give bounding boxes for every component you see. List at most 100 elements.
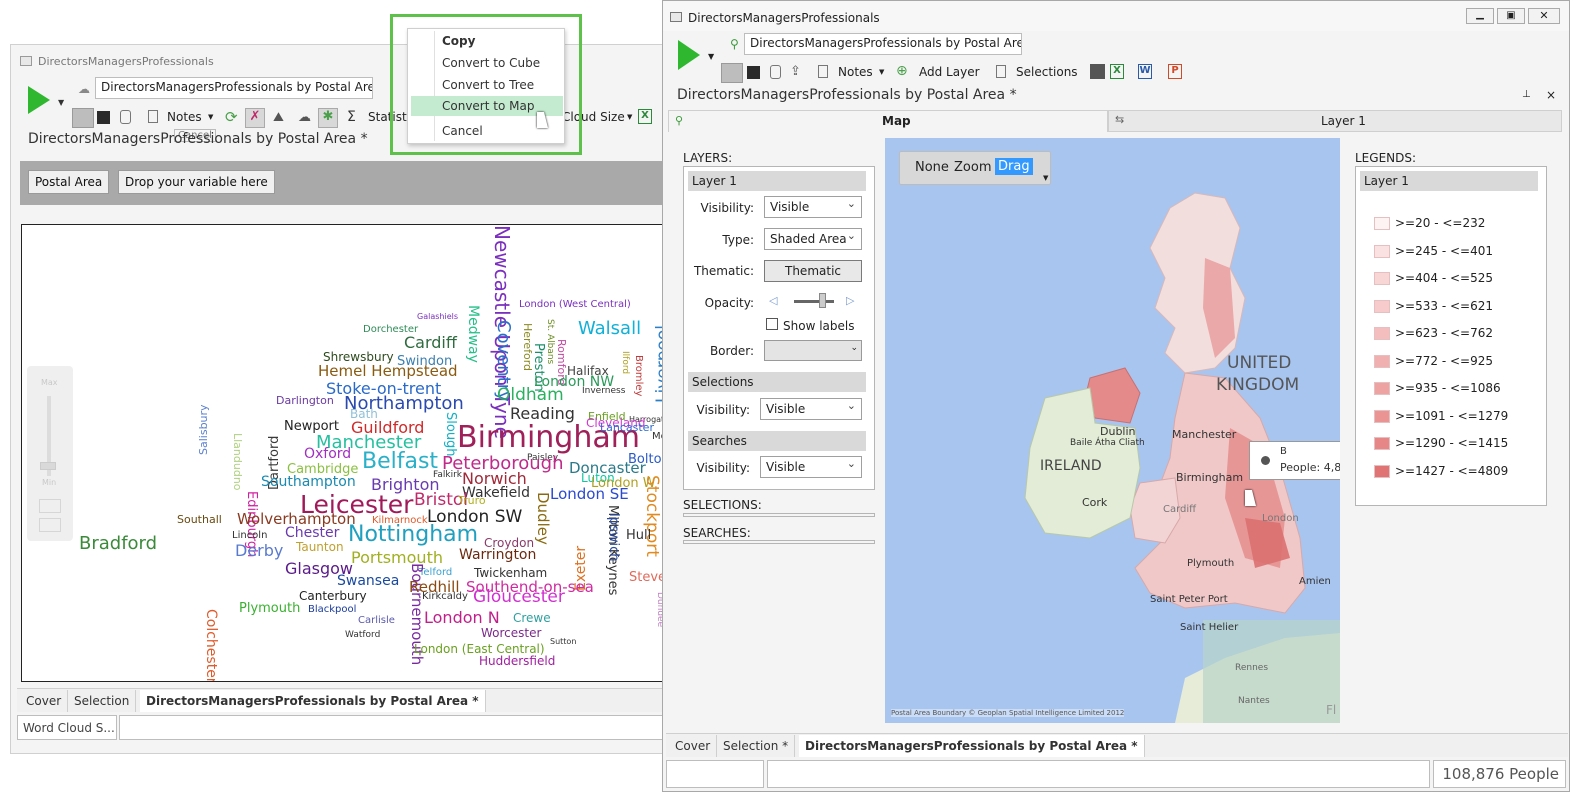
right-pin-icon[interactable]	[721, 63, 743, 83]
add-layer-button[interactable]: Add Layer	[919, 65, 980, 79]
map-mode-dropdown-icon[interactable]: ▼	[1043, 174, 1048, 182]
map-mode-drag[interactable]: Drag	[995, 158, 1033, 175]
left-tab-selection[interactable]: Selection	[68, 690, 137, 712]
right-run-dropdown-icon[interactable]: ▼	[708, 52, 714, 61]
word-cloud-word[interactable]: Plymouth	[239, 602, 300, 615]
word-cloud-word[interactable]: Crewe	[513, 612, 551, 624]
run-dropdown-icon[interactable]: ▼	[58, 98, 64, 107]
word-cloud-word[interactable]: Slough	[443, 412, 458, 457]
left-tab-analysis[interactable]: DirectorsManagersProfessionals by Postal…	[140, 690, 486, 712]
sigma-icon[interactable]: Σ	[347, 109, 356, 125]
right-excel-icon[interactable]: X	[1110, 64, 1124, 79]
word-cloud-word[interactable]: Taunton	[296, 541, 344, 553]
word-cloud-word[interactable]: Watford	[345, 631, 380, 640]
right-notes-dropdown-icon[interactable]: ▼	[879, 68, 884, 76]
word-cloud-word[interactable]: Sutton	[550, 638, 576, 646]
word-cloud-word[interactable]: Chester	[285, 526, 339, 540]
word-cloud-word[interactable]: Stockport	[642, 475, 662, 557]
minimize-button[interactable]: ▁	[1466, 8, 1494, 24]
close-panel-icon[interactable]: ×	[1546, 88, 1556, 102]
selections-visibility-select[interactable]: Visible	[760, 398, 862, 420]
word-cloud-word[interactable]: Oldham	[497, 387, 564, 404]
thematic-button[interactable]: Thematic	[764, 260, 862, 282]
word-cloud-word[interactable]: Colchester	[203, 609, 219, 681]
run-button[interactable]	[28, 86, 50, 114]
chart-icon[interactable]: ⛰	[273, 110, 284, 125]
word-icon[interactable]: W	[1138, 64, 1152, 79]
opacity-decrease-icon[interactable]: ◁	[769, 294, 777, 307]
word-cloud-word[interactable]: Kirkcaldy	[422, 592, 468, 602]
layer-name-header[interactable]: Layer 1	[688, 171, 866, 191]
right-database-icon[interactable]	[770, 65, 781, 79]
word-cloud-word[interactable]: Ipswich	[606, 513, 621, 562]
word-cloud-word[interactable]: Lincoln	[232, 531, 267, 541]
cloud-size-dropdown-icon[interactable]: ▼	[627, 113, 632, 121]
searches-visibility-select[interactable]: Visible	[760, 456, 862, 478]
add-layer-icon[interactable]: ⊕	[896, 63, 908, 79]
view-tab-layer[interactable]: ⇆ Layer 1	[1108, 110, 1562, 132]
zoom-home-icon[interactable]	[39, 518, 61, 532]
save-icon[interactable]	[97, 111, 110, 124]
notes-button[interactable]: Notes	[167, 110, 202, 124]
word-cloud-word[interactable]: Belfast	[362, 451, 438, 473]
word-cloud-word[interactable]: Oxford	[304, 447, 351, 461]
show-labels-checkbox[interactable]	[766, 318, 778, 330]
database-icon[interactable]	[120, 110, 131, 124]
zoom-fit-icon[interactable]	[39, 499, 61, 513]
word-cloud-word[interactable]: Derby	[235, 543, 283, 559]
word-cloud-word[interactable]: Llandudno	[231, 433, 244, 491]
opacity-increase-icon[interactable]: ▷	[846, 294, 854, 307]
word-cloud-word[interactable]: Bromley	[633, 355, 644, 396]
maximize-button[interactable]: ▣	[1497, 8, 1525, 24]
word-cloud-word[interactable]: Medway	[465, 305, 481, 363]
right-tab-cover[interactable]: Cover	[669, 735, 718, 757]
word-cloud-word[interactable]: Canterbury	[299, 590, 367, 602]
zoom-slider[interactable]: Max Min	[27, 366, 73, 541]
postal-area-button[interactable]: Postal Area	[28, 170, 110, 194]
right-tab-selection[interactable]: Selection *	[717, 735, 796, 757]
right-run-button[interactable]	[678, 40, 700, 70]
close-button[interactable]: ✕	[1528, 8, 1560, 24]
drop-variable-button[interactable]: Drop your variable here	[118, 170, 275, 194]
type-select[interactable]: Shaded Area	[764, 228, 862, 250]
notes-icon[interactable]	[148, 110, 158, 123]
word-cloud-word[interactable]: Gloucester	[473, 589, 565, 606]
upload-icon[interactable]: ⇪	[790, 64, 801, 79]
word-cloud-word[interactable]: Southall	[177, 514, 222, 525]
cloud-tool-icon[interactable]: ☁	[298, 110, 311, 125]
menu-item-convert-to-map[interactable]: Convert to Map	[442, 99, 534, 113]
opacity-slider-thumb[interactable]	[819, 293, 826, 308]
menu-item-copy[interactable]: Copy	[442, 34, 475, 48]
word-cloud-word[interactable]: Steve	[629, 571, 662, 584]
word-cloud-word[interactable]: Blackpool	[308, 605, 356, 615]
toolbar-pin-icon[interactable]	[72, 108, 94, 128]
star-tool-icon[interactable]: ✱	[318, 108, 338, 128]
word-cloud-word[interactable]: Portsmouth	[351, 550, 443, 566]
word-cloud-word[interactable]: Cardiff	[404, 335, 457, 351]
excel-icon[interactable]: X	[638, 109, 652, 124]
selections-icon[interactable]	[996, 65, 1006, 78]
view-tab-map[interactable]: ⚲ Map	[668, 110, 1108, 132]
menu-item-convert-to-cube[interactable]: Convert to Cube	[442, 56, 540, 70]
word-cloud-word[interactable]: Bolton	[628, 453, 662, 466]
map-mode-none[interactable]: None	[915, 160, 949, 175]
right-notes-button[interactable]: Notes	[838, 65, 873, 79]
menu-item-cancel[interactable]: Cancel	[442, 124, 483, 138]
word-cloud-word[interactable]: Nottingham	[348, 524, 478, 546]
map-tool-icon[interactable]	[1090, 64, 1105, 79]
right-save-icon[interactable]	[747, 66, 760, 79]
pin-panel-icon[interactable]: ⊥	[1522, 89, 1531, 100]
word-cloud-word[interactable]: Swansea	[337, 574, 399, 588]
word-cloud-word[interactable]: Huddersfield	[479, 655, 555, 667]
menu-item-convert-to-tree[interactable]: Convert to Tree	[442, 78, 534, 92]
border-color-select[interactable]: ⌄	[764, 340, 862, 361]
word-cloud-word[interactable]: Warrington	[459, 548, 536, 562]
word-cloud-word[interactable]: Darlington	[276, 395, 334, 406]
visibility-select[interactable]: Visible	[764, 196, 862, 218]
query-input[interactable]: DirectorsManagersProfessionals by Postal…	[95, 77, 373, 99]
right-tab-analysis[interactable]: DirectorsManagersProfessionals by Postal…	[799, 735, 1145, 757]
map-canvas[interactable]: None Zoom Drag ▼ UNITED KINGDOM IRELAND …	[885, 138, 1340, 723]
word-cloud-word[interactable]: Carlisle	[358, 616, 395, 626]
notes-dropdown-icon[interactable]: ▼	[208, 113, 213, 121]
refresh-icon[interactable]: ⟳	[225, 108, 238, 126]
